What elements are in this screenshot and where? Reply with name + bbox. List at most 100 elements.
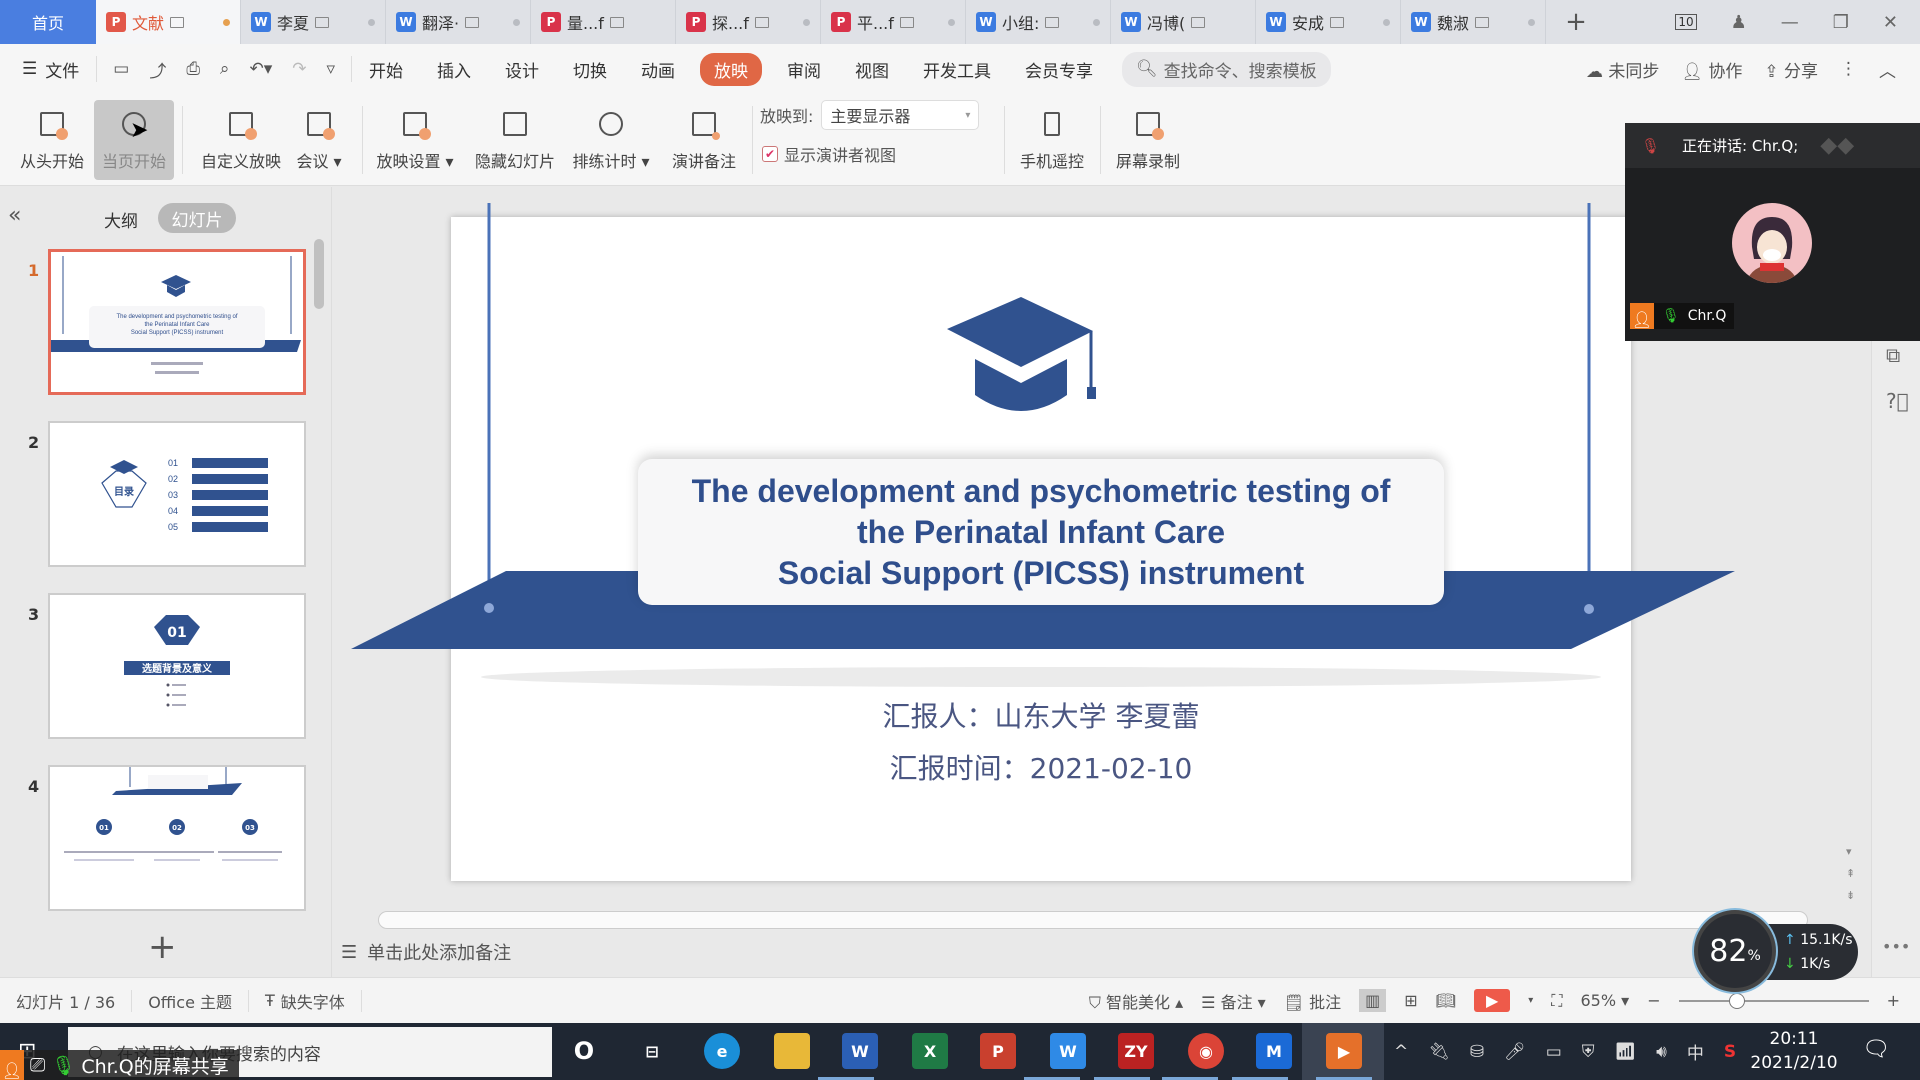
more-icon[interactable]: ⋮	[1840, 59, 1857, 79]
file-explorer-icon[interactable]	[774, 1033, 810, 1069]
slide-thumbnail-4[interactable]: 01 02 03	[48, 765, 306, 911]
rehearse-timing-button[interactable]: 排练计时 ▾	[568, 100, 654, 180]
security-icon[interactable]: ⛨	[1582, 1042, 1595, 1062]
wifi-icon[interactable]: 📶︎	[1615, 1042, 1637, 1062]
collapse-ribbon-icon[interactable]: ︿	[1879, 57, 1896, 82]
menu-slideshow[interactable]: 放映	[700, 52, 763, 86]
help-icon[interactable]: ?⃝	[1886, 389, 1909, 413]
ime-indicator[interactable]: 中	[1687, 1039, 1704, 1064]
theme-name[interactable]: Office 主题	[132, 989, 249, 1012]
phone-remote-button[interactable]: 手机遥控	[1012, 100, 1092, 180]
close-dot-icon[interactable]	[948, 18, 955, 26]
comments-button[interactable]: 🗒︎ 批注	[1284, 989, 1341, 1013]
sogou-ime-icon[interactable]: S	[1724, 1042, 1736, 1062]
from-beginning-button[interactable]: 从头开始	[12, 100, 92, 180]
collaborate-button[interactable]: 👤︎ 协作	[1681, 57, 1742, 82]
zoom-in-button[interactable]: +	[1887, 991, 1900, 1010]
doc-tab[interactable]: W 冯博(	[1111, 0, 1256, 44]
slide-sorter-button[interactable]: ⊞	[1404, 991, 1417, 1010]
hide-slide-button[interactable]: 隐藏幻灯片	[470, 100, 560, 180]
print-icon[interactable]: ⎙	[186, 59, 200, 79]
slide-thumbnail-1[interactable]: The development and psychometric testing…	[48, 249, 306, 395]
redo-icon[interactable]: ↷	[292, 59, 306, 79]
menu-developer[interactable]: 开发工具	[906, 57, 1008, 82]
usb-icon[interactable]: 🔌︎	[1428, 1042, 1450, 1062]
tencent-meeting-icon[interactable]: M	[1256, 1033, 1292, 1069]
restore-button[interactable]: ❐	[1833, 12, 1849, 33]
system-clock[interactable]: 20:11 2021/2/10	[1748, 1027, 1840, 1075]
new-tab-button[interactable]: +	[1546, 0, 1606, 44]
slide-thumbnail-3[interactable]: 01 选题背景及意义	[48, 593, 306, 739]
menu-transitions[interactable]: 切换	[556, 57, 624, 82]
menu-animations[interactable]: 动画	[624, 57, 692, 82]
close-dot-icon[interactable]	[1093, 18, 1100, 26]
horizontal-scrollbar[interactable]	[378, 911, 1808, 929]
play-slideshow-button[interactable]: ▶	[1473, 989, 1511, 1012]
collapse-panel-icon[interactable]: «	[8, 203, 21, 228]
menu-member[interactable]: 会员专享	[1008, 57, 1110, 82]
doc-tab[interactable]: W 安成	[1256, 0, 1401, 44]
powerpoint-icon[interactable]: P	[980, 1033, 1016, 1069]
menu-review[interactable]: 审阅	[770, 57, 838, 82]
close-button[interactable]: ✕	[1883, 12, 1898, 33]
tab-home[interactable]: 首页	[0, 0, 96, 44]
report-time-text[interactable]: 汇报时间：2021-02-10	[451, 747, 1631, 787]
doc-tab[interactable]: P 文献	[96, 0, 241, 44]
normal-view-button[interactable]: ▥	[1359, 989, 1387, 1012]
battery-icon[interactable]: ▭	[1546, 1042, 1562, 1062]
chrome-icon[interactable]: ◉	[1188, 1033, 1224, 1069]
edge-icon[interactable]: e	[704, 1033, 740, 1069]
screen-share-banner[interactable]: 👤︎ ⎚ 🎙︎ Chr.Q的屏幕共享	[0, 1050, 239, 1080]
doc-tab[interactable]: W 翻泽·	[386, 0, 531, 44]
export-icon[interactable]: ⤴	[149, 57, 166, 82]
doc-tab[interactable]: P 量...f	[531, 0, 676, 44]
notification-center-icon[interactable]: 🗨︎	[1862, 1037, 1890, 1062]
tab-count-button[interactable]: 10	[1675, 14, 1697, 30]
network-drive-icon[interactable]: ⛁	[1470, 1042, 1484, 1062]
zoom-out-button[interactable]: −	[1647, 991, 1660, 1010]
menu-view[interactable]: 视图	[838, 57, 906, 82]
close-dot-icon[interactable]	[368, 18, 375, 26]
doc-tab[interactable]: P 探...f	[676, 0, 821, 44]
excel-icon[interactable]: X	[912, 1033, 948, 1069]
close-dot-icon[interactable]	[803, 18, 810, 26]
command-search-input[interactable]: 🔍︎ 查找命令、搜索模板	[1122, 51, 1331, 87]
save-icon[interactable]: ▭	[113, 59, 129, 79]
file-menu[interactable]: ☰ 文件	[0, 57, 96, 82]
task-view-icon[interactable]: ⊟	[634, 1033, 670, 1069]
play-dropdown-icon[interactable]: ▾	[1528, 995, 1533, 1006]
tab-outline[interactable]: 大纲	[104, 207, 138, 232]
menu-design[interactable]: 设计	[488, 57, 556, 82]
share-button[interactable]: ⇪ 分享	[1764, 57, 1818, 82]
close-dot-icon[interactable]	[513, 18, 520, 26]
show-settings-button[interactable]: 放映设置 ▾	[372, 100, 458, 180]
zoom-level-dropdown[interactable]: 65% ▾	[1581, 991, 1630, 1010]
fit-window-icon[interactable]: ⛶	[1551, 991, 1562, 1011]
print-preview-icon[interactable]: ⌕	[220, 59, 230, 79]
add-slide-button[interactable]: +	[148, 927, 177, 967]
volume-icon[interactable]: 🔊︎	[1656, 1042, 1667, 1062]
wps-slideshow-icon[interactable]: ▶	[1326, 1033, 1362, 1069]
custom-show-button[interactable]: 自定义放映	[194, 100, 288, 180]
reporter-text[interactable]: 汇报人：山东大学 李夏蕾	[451, 695, 1631, 735]
meeting-button[interactable]: 会议 ▾	[292, 100, 346, 180]
speaker-notes-button[interactable]: 演讲备注	[664, 100, 744, 180]
reading-view-button[interactable]: 📖︎	[1436, 991, 1456, 1010]
cast-screen-icon[interactable]: ⧉	[1886, 343, 1900, 367]
doc-tab[interactable]: W 小组:	[966, 0, 1111, 44]
more-options-icon[interactable]: •••	[1882, 937, 1910, 956]
wps-icon[interactable]: W	[1050, 1033, 1086, 1069]
notes-toggle-button[interactable]: ☰ 备注 ▾	[1201, 989, 1266, 1013]
show-hidden-icons[interactable]: ^	[1394, 1042, 1408, 1062]
scroll-controls[interactable]: ▾ ⇞ ⇟	[1846, 841, 1855, 907]
current-slide[interactable]: The development and psychometric testing…	[351, 203, 1735, 881]
menu-insert[interactable]: 插入	[420, 57, 488, 82]
cast-to-select[interactable]: 主要显示器 ▾	[821, 100, 980, 130]
tab-slides[interactable]: 幻灯片	[158, 203, 236, 233]
slide-thumbnail-2[interactable]: 目录 01 02 03 04 05	[48, 421, 306, 567]
customize-dropdown-icon[interactable]: ▿	[326, 59, 335, 79]
user-avatar-icon[interactable]: ♟	[1731, 12, 1747, 33]
sync-button[interactable]: ☁ 未同步	[1586, 57, 1659, 82]
close-dot-icon[interactable]	[1528, 18, 1535, 26]
zy-app-icon[interactable]: ZY	[1118, 1033, 1154, 1069]
